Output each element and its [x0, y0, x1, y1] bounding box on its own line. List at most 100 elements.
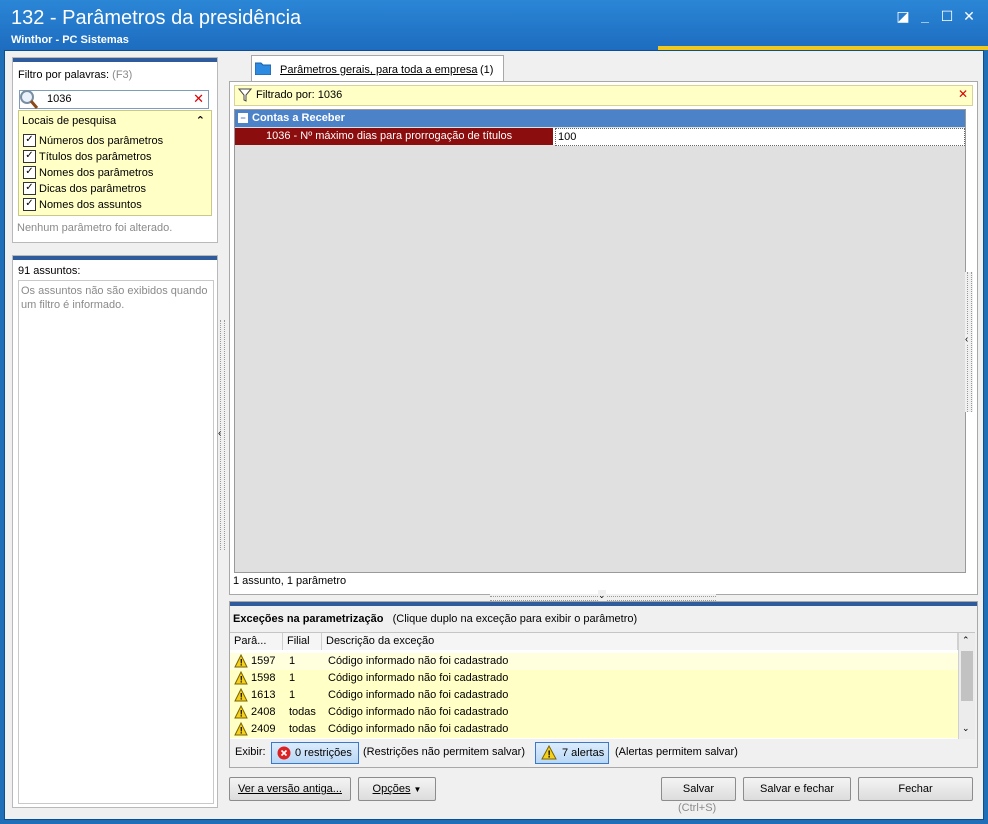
change-status-text: Nenhum parâmetro foi alterado.: [17, 222, 173, 234]
search-locations-box: Locais de pesquisa ⌃ ✓ Números dos parâm…: [18, 110, 212, 216]
title-bar: 132 - Parâmetros da presidência Winthor …: [0, 0, 988, 50]
right-splitter[interactable]: ‹: [965, 272, 973, 412]
old-version-label: Ver a versão antiga...: [238, 783, 342, 795]
window-subtitle: Winthor - PC Sistemas: [11, 34, 129, 46]
option-label: Nomes dos parâmetros: [39, 167, 154, 179]
cell-filial: 1: [289, 672, 296, 684]
funnel-icon: [238, 88, 252, 102]
options-button[interactable]: Opções ▼: [358, 777, 436, 801]
subjects-panel: 91 assuntos: Os assuntos não são exibido…: [12, 255, 218, 808]
restrictions-toggle-button[interactable]: 0 restrições: [271, 742, 359, 764]
table-row[interactable]: ! 2408 todas Código informado não foi ca…: [230, 704, 958, 721]
save-button[interactable]: Salvar: [661, 777, 736, 801]
cell-param: 2408: [251, 706, 276, 718]
options-label: Opções: [372, 783, 411, 795]
svg-text:!: !: [548, 750, 551, 761]
collapse-left-icon[interactable]: ‹: [218, 428, 221, 439]
exceptions-panel: Exceções na parametrização (Clique duplo…: [229, 601, 978, 768]
collapse-chevron-icon[interactable]: ⌃: [196, 114, 205, 127]
filter-shortcut: (F3): [112, 69, 133, 81]
filtered-by-bar: Filtrado por: 1036 ✕: [234, 85, 973, 106]
option-label: Títulos dos parâmetros: [39, 151, 152, 163]
restore-layout-icon[interactable]: ◪: [894, 8, 912, 24]
checkbox-param-titles[interactable]: ✓: [23, 150, 36, 163]
scroll-down-icon[interactable]: ⌄: [962, 723, 970, 734]
old-version-button[interactable]: Ver a versão antiga...: [229, 777, 351, 801]
table-row[interactable]: ! 1597 1 Código informado não foi cadast…: [230, 653, 958, 670]
table-row[interactable]: ! 1613 1 Código informado não foi cadast…: [230, 687, 958, 704]
column-header-description[interactable]: Descrição da exceção: [322, 633, 958, 650]
parameters-grid: − Contas a Receber 1036 - Nº máximo dias…: [234, 109, 966, 573]
cell-param: 1613: [251, 689, 276, 701]
subjects-count: 91 assuntos:: [18, 265, 81, 277]
save-shortcut: (Ctrl+S): [678, 802, 717, 814]
filter-search-value: 1036: [47, 93, 72, 105]
exceptions-scrollbar[interactable]: ⌃ ⌄: [958, 633, 975, 739]
cell-filial: todas: [289, 723, 316, 735]
scroll-up-icon[interactable]: ⌃: [962, 635, 970, 646]
group-title: Contas a Receber: [252, 112, 345, 124]
close-dialog-button[interactable]: Fechar: [858, 777, 973, 801]
warning-icon: !: [234, 705, 248, 719]
cell-description: Código informado não foi cadastrado: [328, 723, 509, 735]
folder-icon: [255, 62, 271, 75]
search-locations-title: Locais de pesquisa: [22, 115, 117, 127]
subjects-note: Os assuntos não são exibidos quando um f…: [21, 285, 208, 311]
cell-description: Código informado não foi cadastrado: [328, 689, 509, 701]
cell-filial: todas: [289, 706, 316, 718]
option-label: Dicas dos parâmetros: [39, 183, 146, 195]
cell-description: Código informado não foi cadastrado: [328, 672, 509, 684]
parameter-label-cell[interactable]: 1036 - Nº máximo dias para prorrogação d…: [235, 128, 553, 145]
save-label: Salvar: [682, 783, 715, 795]
alerts-toggle-button[interactable]: ! 7 alertas: [535, 742, 609, 764]
group-header[interactable]: − Contas a Receber: [235, 110, 965, 127]
subjects-list[interactable]: Os assuntos não são exibidos quando um f…: [18, 280, 214, 804]
minimize-button[interactable]: _: [916, 8, 934, 24]
horizontal-splitter[interactable]: ⌄: [490, 590, 716, 601]
maximize-button[interactable]: ☐: [938, 8, 956, 24]
column-header-param[interactable]: Parâ...: [230, 633, 283, 650]
checkbox-param-numbers[interactable]: ✓: [23, 134, 36, 147]
clear-filter-icon[interactable]: ✕: [193, 91, 204, 107]
column-header-filial[interactable]: Filial: [283, 633, 322, 650]
parameter-value-input[interactable]: 100: [555, 128, 965, 146]
scroll-thumb[interactable]: [961, 651, 973, 701]
cell-description: Código informado não foi cadastrado: [328, 655, 509, 667]
checkbox-param-tips[interactable]: ✓: [23, 182, 36, 195]
remove-filter-icon[interactable]: ✕: [958, 87, 968, 101]
restrictions-button-label: 0 restrições: [295, 747, 352, 759]
collapse-down-icon[interactable]: ⌄: [598, 590, 606, 601]
checkbox-subject-names[interactable]: ✓: [23, 198, 36, 211]
window-title: 132 - Parâmetros da presidência: [11, 7, 302, 29]
svg-text:!: !: [240, 658, 243, 668]
option-label: Nomes dos assuntos: [39, 199, 142, 211]
save-and-close-button[interactable]: Salvar e fechar: [743, 777, 851, 801]
warning-icon: !: [541, 745, 557, 761]
warning-icon: !: [234, 671, 248, 685]
parameter-row[interactable]: 1036 - Nº máximo dias para prorrogação d…: [235, 128, 965, 146]
dropdown-arrow-icon: ▼: [413, 785, 422, 794]
checkbox-param-names[interactable]: ✓: [23, 166, 36, 179]
cell-param: 2409: [251, 723, 276, 735]
tab-count: (1): [480, 64, 494, 76]
error-icon: [277, 746, 291, 760]
table-row[interactable]: ! 1598 1 Código informado não foi cadast…: [230, 670, 958, 687]
collapse-right-icon[interactable]: ‹: [965, 334, 969, 345]
svg-text:!: !: [240, 726, 243, 736]
tab-general-params[interactable]: Parâmetros gerais, para toda a empresa (…: [251, 55, 504, 82]
close-button[interactable]: ✕: [960, 8, 978, 24]
show-label: Exibir:: [235, 746, 266, 758]
exceptions-title: Exceções na parametrização: [233, 613, 384, 625]
collapse-group-icon[interactable]: −: [238, 113, 248, 123]
vertical-splitter[interactable]: ‹: [218, 320, 226, 550]
table-row[interactable]: ! 2409 todas Código informado não foi ca…: [230, 721, 958, 738]
filter-search-input[interactable]: 1036 ✕: [19, 90, 209, 109]
exceptions-table: Parâ... Filial Descrição da exceção ! 15…: [230, 632, 975, 739]
filter-label: Filtro por palavras:: [18, 69, 110, 81]
svg-text:!: !: [240, 709, 243, 719]
parameter-value: 100: [558, 131, 577, 143]
warning-icon: !: [234, 722, 248, 736]
exceptions-hint: (Clique duplo na exceção para exibir o p…: [392, 613, 638, 625]
cell-description: Código informado não foi cadastrado: [328, 706, 509, 718]
filter-panel: Filtro por palavras: (F3) 1036 ✕ Locais …: [12, 57, 218, 243]
